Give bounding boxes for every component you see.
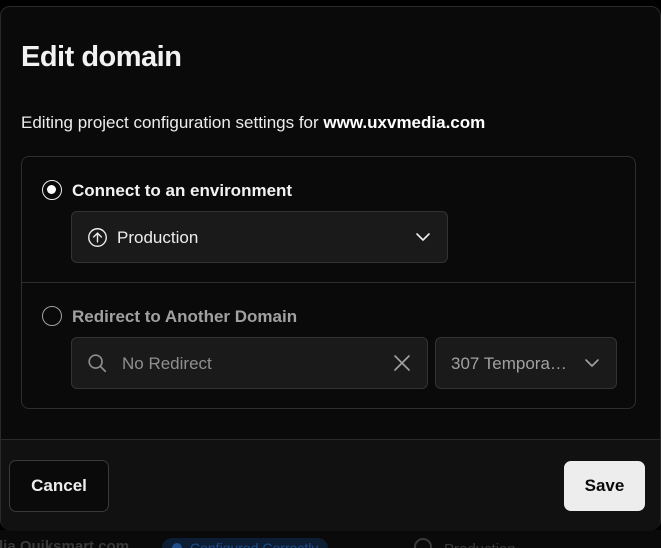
dialog-title: Edit domain	[21, 41, 182, 73]
option-connect-environment-label[interactable]: Connect to an environment	[72, 181, 292, 201]
radio-connect-environment[interactable]	[42, 180, 62, 200]
dialog-description: Editing project configuration settings f…	[21, 113, 485, 133]
environment-select-value: Production	[117, 228, 199, 247]
dialog-body: Edit domain Editing project configuratio…	[1, 7, 660, 439]
background-environment-status: Production	[414, 538, 516, 548]
background-domain-name: dia Quiksmart.com	[0, 538, 130, 548]
background-domain-row: dia Quiksmart.com Configured Correctly P…	[0, 530, 661, 548]
domain-name: www.uxvmedia.com	[323, 113, 486, 132]
description-text: Editing project configuration settings f…	[21, 113, 324, 132]
redirect-search-placeholder: No Redirect	[122, 354, 212, 373]
options-divider	[22, 282, 635, 283]
cancel-button[interactable]: Cancel	[9, 460, 109, 512]
chevron-down-icon	[585, 359, 599, 367]
arrow-up-circle-icon	[88, 228, 107, 247]
radio-redirect-domain[interactable]	[42, 306, 62, 326]
domain-options-group: Connect to an environment Production Red…	[21, 156, 636, 409]
background-status-badge: Configured Correctly	[162, 538, 329, 548]
save-button[interactable]: Save	[564, 461, 645, 511]
dialog-footer: Cancel Save	[1, 439, 660, 531]
redirect-domain-search[interactable]: No Redirect	[71, 337, 428, 389]
search-icon	[88, 354, 107, 373]
redirect-status-code-select[interactable]: 307 Temporary Redirect	[435, 337, 617, 389]
chevron-down-icon	[416, 233, 430, 241]
clear-icon[interactable]	[392, 353, 412, 373]
status-code-value: 307 Temporary Redirect	[451, 354, 567, 373]
edit-domain-dialog: Edit domain Editing project configuratio…	[0, 6, 661, 531]
option-redirect-domain-label[interactable]: Redirect to Another Domain	[72, 307, 297, 327]
environment-select[interactable]: Production	[71, 211, 448, 263]
